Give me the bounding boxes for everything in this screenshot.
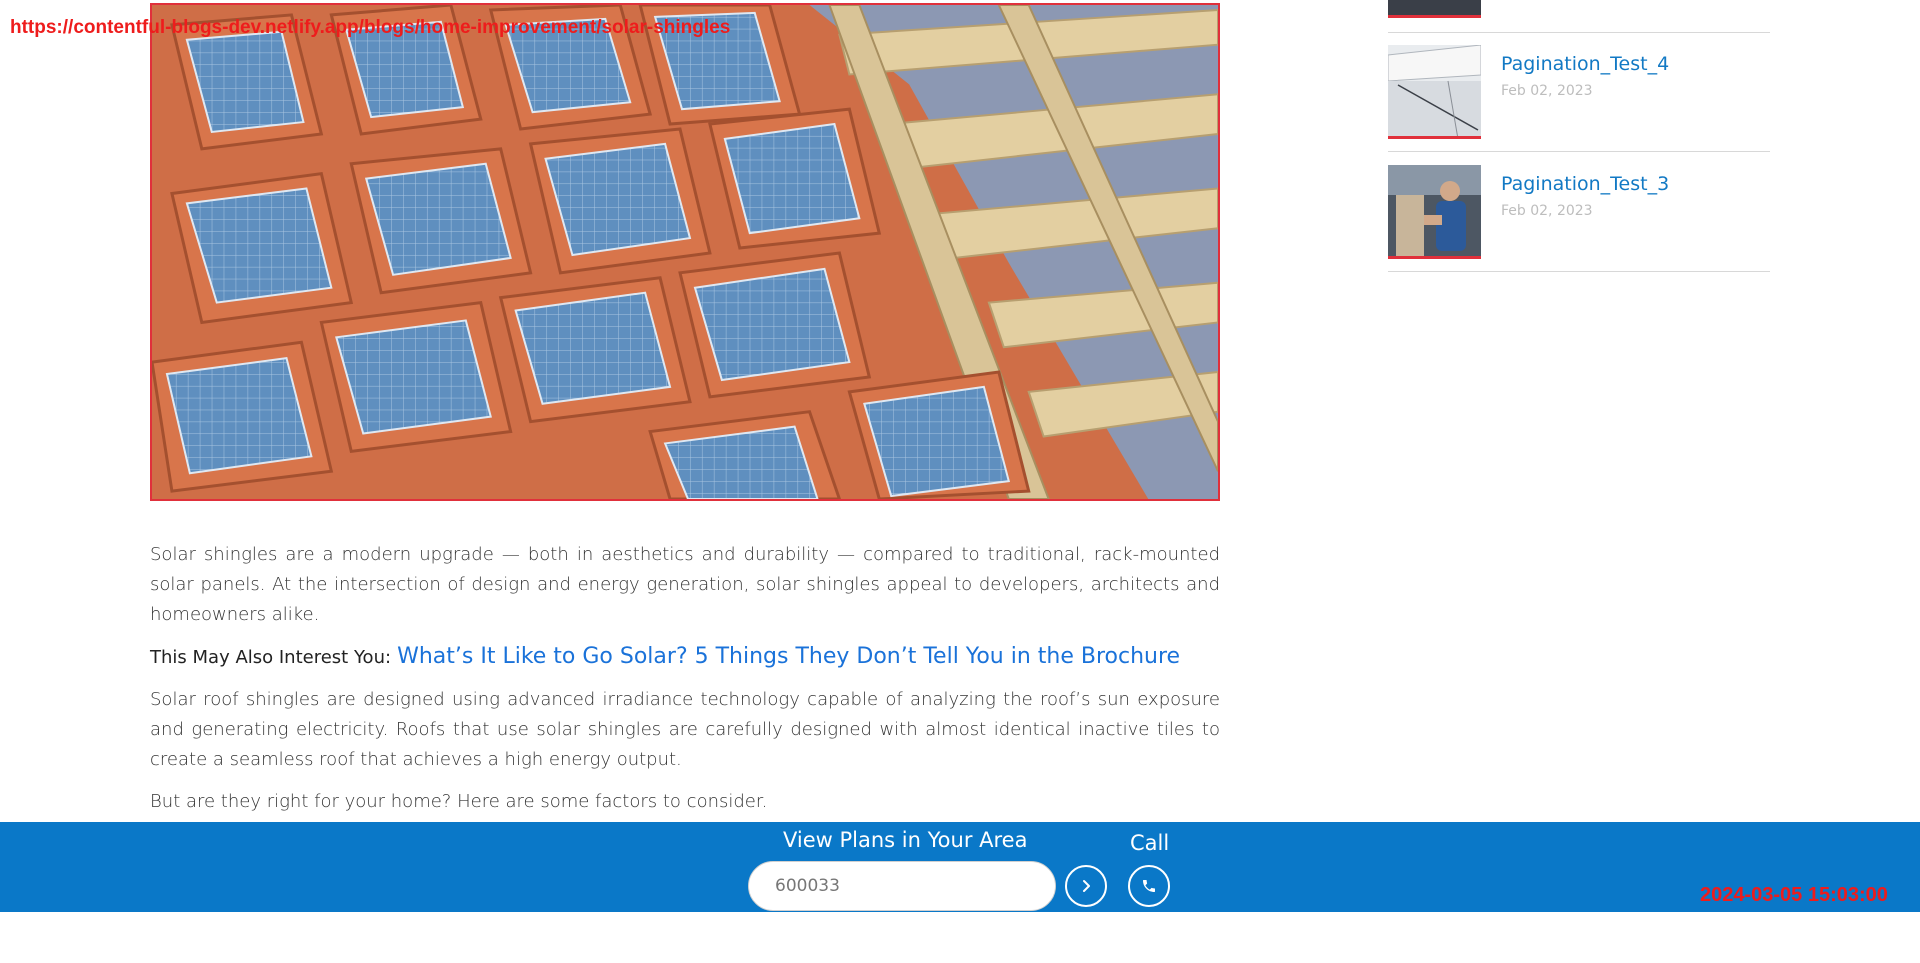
sidebar-post-title[interactable]: Pagination_Test_4 (1501, 53, 1669, 75)
plans-cta-bar: View Plans in Your Area Call (0, 822, 1920, 912)
url-overlay: https://contentful-blogs-dev.netlify.app… (10, 17, 731, 38)
divider (1388, 32, 1770, 33)
zip-code-input[interactable] (748, 861, 1056, 911)
sidebar-post-title[interactable]: Pagination_Test_3 (1501, 173, 1669, 195)
related-article-lead: This May Also Interest You: (150, 647, 392, 668)
sidebar-post[interactable]: Pagination_Test_3 Feb 02, 2023 (1388, 165, 1770, 259)
article-paragraph: Solar shingles are a modern upgrade — bo… (150, 544, 1220, 625)
divider (1388, 151, 1770, 152)
article-paragraph: Solar roof shingles are designed using a… (150, 689, 1220, 770)
post-thumbnail[interactable] (1388, 0, 1481, 18)
call-button[interactable] (1128, 865, 1170, 907)
related-article-link[interactable]: What’s It Like to Go Solar? 5 Things The… (397, 644, 1180, 669)
article-body: Solar shingles are a modern upgrade — bo… (150, 540, 1220, 817)
article-paragraph: But are they right for your home? Here a… (150, 791, 768, 812)
divider (1388, 271, 1770, 272)
house-roof-thumbnail[interactable] (1388, 45, 1481, 139)
view-plans-button[interactable] (1065, 865, 1107, 907)
phone-icon (1143, 880, 1155, 892)
solar-shingle-roof-image (152, 5, 1218, 499)
timestamp-overlay: 2024-03-05 15:03:00 (1700, 884, 1888, 906)
related-article: This May Also Interest You: What’s It Li… (150, 642, 1220, 673)
sidebar-post[interactable]: Pagination_Test_4 Feb 02, 2023 (1388, 45, 1770, 139)
sidebar-post-date: Feb 02, 2023 (1501, 83, 1593, 99)
chevron-right-icon (1083, 880, 1090, 892)
call-label: Call (1130, 831, 1170, 855)
hero-image (150, 3, 1220, 501)
cta-heading: View Plans in Your Area (783, 828, 1028, 852)
sidebar-post-date: Feb 02, 2023 (1501, 203, 1593, 219)
technician-thumbnail[interactable] (1388, 165, 1481, 259)
